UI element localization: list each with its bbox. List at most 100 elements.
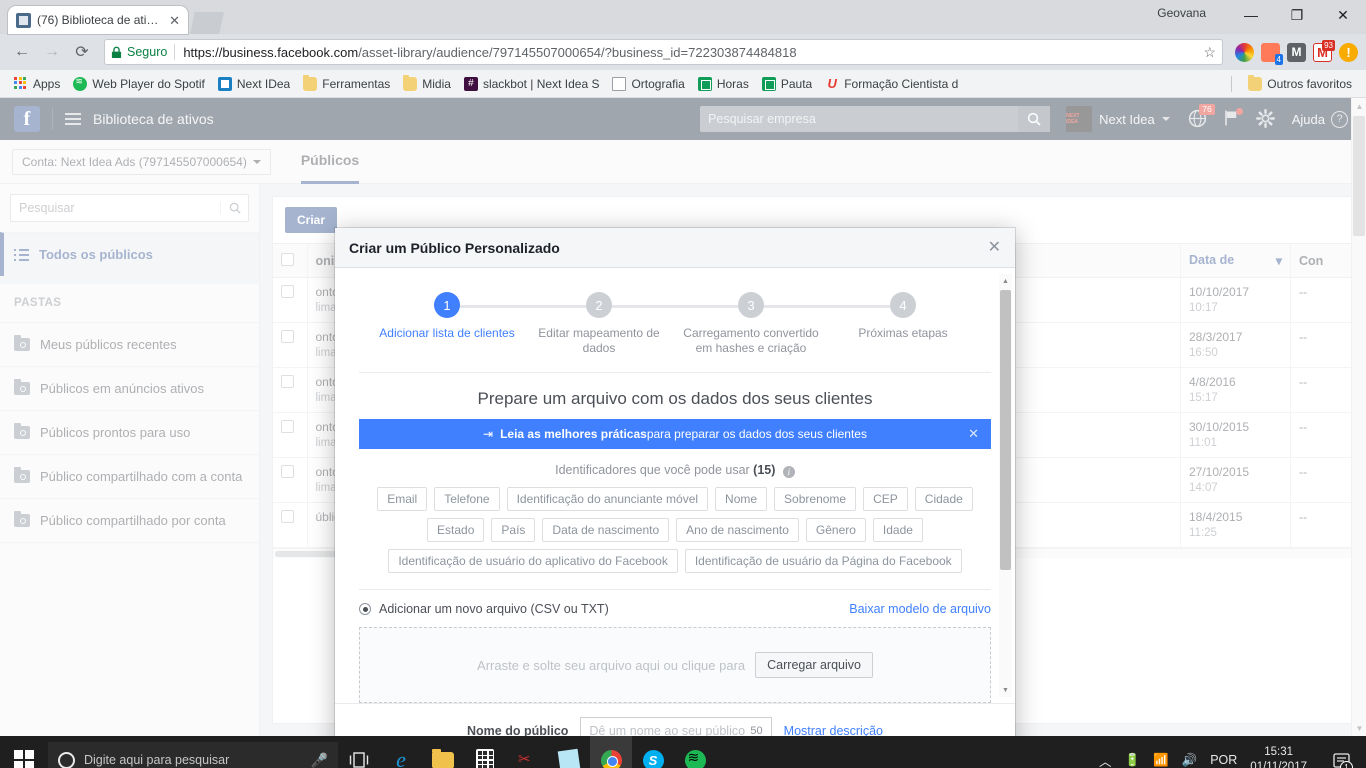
back-icon[interactable]: ← — [8, 38, 36, 66]
taskbar-edge-icon[interactable]: e — [380, 736, 422, 768]
gmail-badge: 93 — [1322, 39, 1335, 51]
wifi-icon[interactable]: 📶 — [1153, 753, 1169, 768]
maximize-icon[interactable]: ❐ — [1274, 0, 1320, 30]
start-button[interactable] — [0, 736, 48, 768]
identifiers-count: (15) — [753, 463, 776, 477]
action-center-icon[interactable]: 1 — [1326, 736, 1356, 768]
upload-file-button[interactable]: Carregar arquivo — [755, 652, 873, 678]
bookmark-midia[interactable]: Midia — [397, 74, 457, 94]
radio-label: Adicionar um novo arquivo (CSV ou TXT) — [379, 602, 609, 616]
bookmark-slackbot[interactable]: # slackbot | Next Idea S — [458, 74, 606, 94]
divider — [359, 372, 991, 373]
taskbar-chrome-icon[interactable] — [590, 736, 632, 768]
bookmark-apps[interactable]: Apps — [8, 74, 66, 94]
clock-date: 01/11/2017 — [1250, 761, 1307, 768]
scroll-up-icon[interactable]: ▲ — [999, 274, 1012, 288]
identifier-tag: Identificação de usuário do aplicativo d… — [388, 549, 678, 573]
identifier-tag: Idade — [872, 518, 923, 542]
hubspot-badge: 4 — [1274, 53, 1283, 65]
bookmark-ortografia[interactable]: Ortografia — [606, 74, 690, 94]
other-bookmarks-folder[interactable]: Outros favoritos — [1242, 74, 1358, 94]
browser-tab[interactable]: (76) Biblioteca de ativos ✕ — [8, 6, 188, 34]
taskbar-search[interactable]: Digite aqui para pesquisar 🎤 — [48, 742, 338, 768]
step-4[interactable]: 4 Próximas etapas — [827, 292, 979, 356]
spotify-icon — [684, 749, 706, 768]
taskbar-skype-icon[interactable]: S — [632, 736, 674, 768]
info-icon[interactable]: i — [782, 466, 795, 478]
banner-close-icon[interactable]: ✕ — [968, 426, 979, 442]
alert-extension-icon[interactable]: ! — [1339, 42, 1358, 62]
step-2[interactable]: 2 Editar mapeamento de dados — [523, 292, 751, 356]
bookmark-spotify[interactable]: Web Player do Spotif — [67, 74, 211, 94]
best-practices-banner[interactable]: ⇥ Leia as melhores práticas para prepara… — [359, 419, 991, 449]
language-indicator[interactable]: POR — [1210, 753, 1237, 767]
close-icon[interactable]: ✕ — [169, 14, 180, 27]
volume-icon[interactable]: 🔊 — [1182, 753, 1198, 768]
microphone-icon[interactable]: 🎤 — [311, 752, 328, 768]
step-1[interactable]: 1 Adicionar lista de clientes — [371, 292, 599, 356]
dialog-scrollbar[interactable]: ▲ ▼ — [999, 274, 1012, 697]
clock[interactable]: 15:31 01/11/2017 — [1250, 745, 1313, 768]
step-number: 4 — [890, 292, 916, 318]
color-picker-extension-icon[interactable] — [1235, 42, 1254, 62]
bookmark-ferramentas[interactable]: Ferramentas — [297, 74, 396, 94]
taskbar-sticky-notes-icon[interactable] — [548, 736, 590, 768]
divider — [1231, 75, 1233, 92]
reload-icon[interactable]: ⟳ — [68, 38, 96, 66]
file-dropzone[interactable]: Arraste e solte seu arquivo aqui ou cliq… — [359, 627, 991, 703]
show-hidden-icons-icon[interactable]: ︿ — [1099, 751, 1112, 768]
taskbar-file-explorer-icon[interactable] — [422, 736, 464, 768]
battery-icon[interactable]: 🔋 — [1124, 753, 1140, 768]
mailtrack-extension-icon[interactable]: M — [1287, 42, 1306, 62]
calculator-icon — [476, 749, 494, 768]
close-icon[interactable]: ✕ — [988, 239, 1001, 256]
window-controls: — ❐ ✕ — [1228, 0, 1366, 30]
step-label: Próximas etapas — [858, 326, 948, 340]
omnibox-row: ← → ⟳ Seguro https://business.facebook.c… — [0, 34, 1366, 70]
bookmark-pauta[interactable]: Pauta — [756, 74, 818, 94]
dialog-scroll-area: 1 Adicionar lista de clientes 2 Editar m… — [335, 268, 1015, 703]
file-explorer-icon — [432, 748, 454, 768]
scroll-down-icon[interactable]: ▼ — [999, 683, 1012, 697]
url-path: /asset-library/audience/797145507000654/… — [358, 44, 797, 60]
bookmark-horas[interactable]: Horas — [692, 74, 755, 94]
download-template-link[interactable]: Baixar modelo de arquivo — [849, 602, 991, 616]
bookmark-label: Next IDea — [236, 76, 291, 91]
name-input[interactable] — [589, 723, 751, 736]
identifier-tag: Cidade — [914, 487, 973, 511]
audience-name-label: Nome do público — [467, 723, 569, 737]
tab-strip: (76) Biblioteca de ativos ✕ — [0, 6, 224, 34]
slack-icon: # — [463, 76, 478, 91]
window-close-icon[interactable]: ✕ — [1320, 0, 1366, 30]
new-tab-button[interactable] — [190, 12, 224, 34]
minimize-icon[interactable]: — — [1228, 0, 1274, 30]
radio-button[interactable] — [359, 603, 371, 615]
browser-title-bar: (76) Biblioteca de ativos ✕ Geovana — ❐ … — [0, 0, 1366, 34]
show-description-link[interactable]: Mostrar descrição — [784, 724, 883, 737]
bookmark-next-idea[interactable]: Next IDea — [212, 74, 296, 94]
apps-grid-icon — [14, 76, 28, 91]
address-bar[interactable]: Seguro https://business.facebook.com/ass… — [104, 39, 1223, 65]
taskbar-snipping-tool-icon[interactable] — [506, 736, 548, 768]
bookmark-label: Ferramentas — [322, 76, 391, 91]
window-user-label[interactable]: Geovana — [1157, 6, 1206, 20]
audience-name-field[interactable]: 50 — [580, 716, 772, 736]
identifier-tag: Telefone — [434, 487, 500, 511]
new-file-radio-row[interactable]: Adicionar um novo arquivo (CSV ou TXT) B… — [359, 602, 991, 616]
scrollbar-thumb[interactable] — [1000, 290, 1011, 570]
create-custom-audience-dialog: Criar um Público Personalizado ✕ 1 Adici… — [335, 228, 1015, 736]
bookmark-label: Apps — [33, 76, 61, 91]
bookmark-star-icon[interactable]: ☆ — [1195, 44, 1216, 61]
hubspot-extension-icon[interactable]: 4 — [1261, 42, 1283, 65]
step-3[interactable]: 3 Carregamento convertido em hashes e cr… — [675, 292, 903, 356]
forward-icon[interactable]: → — [38, 38, 66, 66]
taskbar-spotify-icon[interactable] — [674, 736, 716, 768]
task-view-button[interactable] — [338, 736, 380, 768]
dropzone-text: Arraste e solte seu arquivo aqui ou cliq… — [477, 657, 746, 673]
windows-taskbar: Digite aqui para pesquisar 🎤 e S ︿ 🔋 📶 🔊… — [0, 736, 1366, 768]
skype-icon: S — [642, 749, 664, 768]
gmail-extension-icon[interactable]: M 93 — [1313, 39, 1335, 62]
edge-icon: e — [396, 747, 406, 768]
taskbar-calculator-icon[interactable] — [464, 736, 506, 768]
bookmark-formacao[interactable]: U Formação Cientista d — [819, 74, 964, 94]
